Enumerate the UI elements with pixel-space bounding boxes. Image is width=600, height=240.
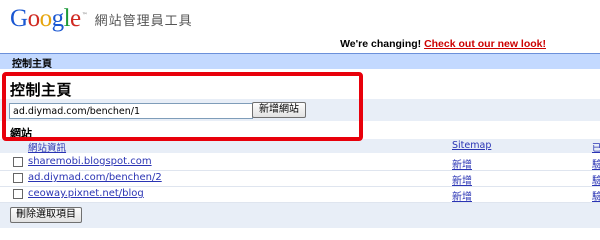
column-verified[interactable]: 已 (592, 140, 600, 154)
table-row: ceoway.pixnet.net/blog 新增 驗 (0, 186, 600, 203)
add-sitemap-link[interactable]: 新增 (452, 188, 472, 203)
checkbox-icon[interactable] (13, 173, 23, 183)
site-link[interactable]: ad.diymad.com/benchen/2 (28, 172, 162, 183)
sites-table-header: 網站資訊 Sitemap 已 (0, 139, 600, 154)
checkbox-icon[interactable] (13, 189, 23, 199)
table-footer-bar (0, 203, 600, 228)
delete-selected-button[interactable]: 刪除選取項目 (10, 207, 82, 223)
google-logo[interactable]: Google ™ 網站管理員工具 (10, 6, 193, 32)
table-row: sharemobi.blogspot.com 新增 驗 (0, 154, 600, 171)
trademark-mark: ™ (81, 12, 88, 19)
column-site-info[interactable]: 網站資訊 (28, 140, 66, 154)
verify-link[interactable]: 驗 (592, 188, 600, 203)
dashboard-title-bar: 控制主頁 (0, 53, 600, 70)
dashboard-bar-label: 控制主頁 (12, 59, 52, 70)
product-name: 網站管理員工具 (94, 14, 193, 29)
site-link[interactable]: ceoway.pixnet.net/blog (28, 188, 144, 199)
verify-link[interactable]: 驗 (592, 172, 600, 187)
notice-text: We're changing! (340, 38, 422, 50)
table-row: ad.diymad.com/benchen/2 新增 驗 (0, 170, 600, 187)
google-wordmark: Google (10, 5, 81, 32)
new-look-link[interactable]: Check out our new look! (424, 38, 546, 50)
checkbox-icon[interactable] (13, 157, 23, 167)
add-sitemap-link[interactable]: 新增 (452, 172, 472, 187)
column-sitemap[interactable]: Sitemap (452, 140, 491, 151)
site-link[interactable]: sharemobi.blogspot.com (28, 156, 152, 167)
change-notice: We're changing! Check out our new look! (340, 38, 546, 50)
highlight-box (2, 72, 363, 141)
verify-link[interactable]: 驗 (592, 156, 600, 171)
add-sitemap-link[interactable]: 新增 (452, 156, 472, 171)
